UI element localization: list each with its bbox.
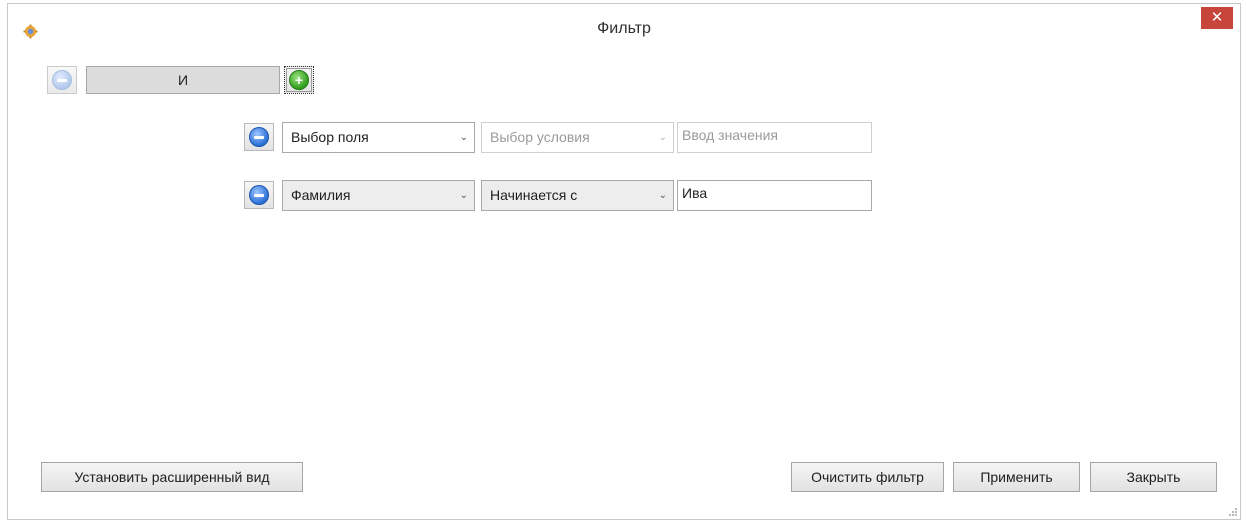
- window-title: Фильтр: [597, 20, 651, 37]
- condition-select-value: Начинается с: [490, 187, 578, 203]
- remove-condition-button[interactable]: [244, 181, 274, 209]
- field-select[interactable]: Выбор поля ⌄: [282, 122, 475, 153]
- field-select[interactable]: Фамилия ⌄: [282, 180, 475, 211]
- value-input[interactable]: [682, 127, 862, 143]
- plus-circle-icon: +: [289, 70, 309, 90]
- minus-circle-icon: [249, 185, 269, 205]
- value-field[interactable]: [677, 122, 872, 153]
- chevron-down-icon: ⌄: [459, 132, 468, 143]
- add-condition-button[interactable]: +: [284, 66, 314, 94]
- value-field[interactable]: Ива: [677, 180, 872, 211]
- condition-select[interactable]: Выбор условия ⌄: [481, 122, 674, 153]
- close-button[interactable]: Закрыть: [1090, 462, 1217, 492]
- chevron-down-icon: ⌄: [658, 190, 667, 201]
- minus-circle-icon: [249, 127, 269, 147]
- logic-operator-button[interactable]: И: [86, 66, 280, 94]
- filter-dialog: Фильтр ✕ И + Выбор поля ⌄ Выбор условия …: [7, 3, 1241, 520]
- resize-grip-icon[interactable]: [1227, 506, 1237, 516]
- chevron-down-icon: ⌄: [658, 132, 667, 143]
- remove-group-button[interactable]: [47, 66, 77, 94]
- close-icon: ✕: [1210, 9, 1224, 26]
- field-select-value: Фамилия: [291, 187, 351, 203]
- condition-select-value: Выбор условия: [490, 129, 590, 145]
- apply-button[interactable]: Применить: [953, 462, 1080, 492]
- value-text[interactable]: Ива: [682, 185, 707, 201]
- close-window-button[interactable]: ✕: [1201, 7, 1233, 29]
- minus-circle-icon: [52, 70, 72, 90]
- condition-select[interactable]: Начинается с ⌄: [481, 180, 674, 211]
- remove-condition-button[interactable]: [244, 123, 274, 151]
- field-select-value: Выбор поля: [291, 129, 369, 145]
- chevron-down-icon: ⌄: [459, 190, 468, 201]
- advanced-view-button[interactable]: Установить расширенный вид: [41, 462, 303, 492]
- title-bar: Фильтр ✕: [8, 4, 1240, 42]
- clear-filter-button[interactable]: Очистить фильтр: [791, 462, 944, 492]
